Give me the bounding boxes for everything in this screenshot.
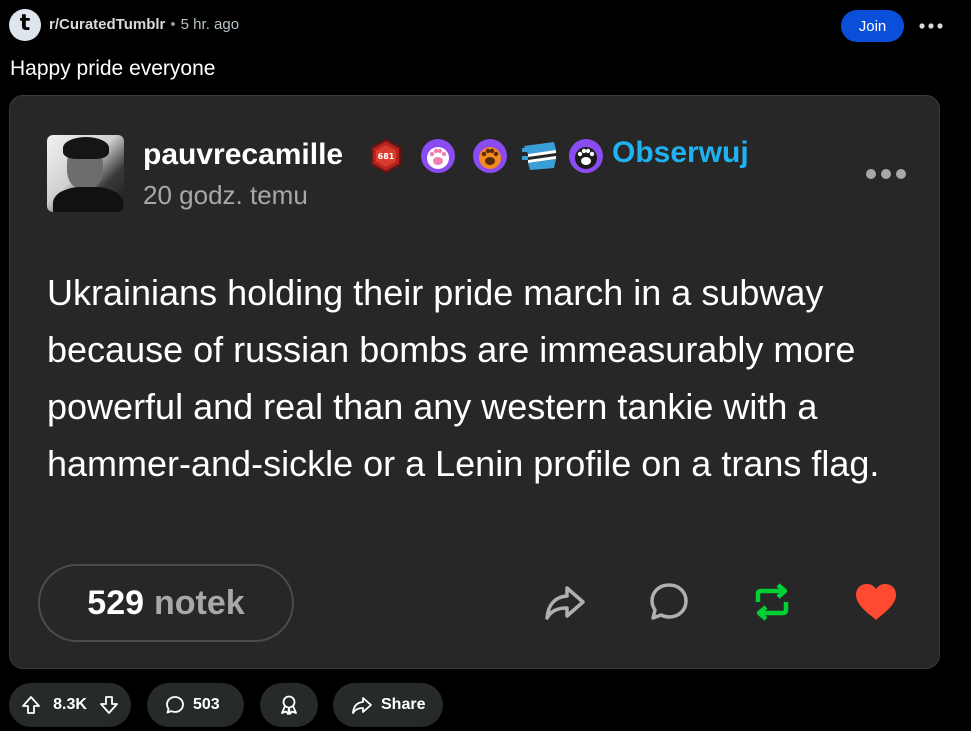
- tumblr-post-card: pauvrecamille 681 Obserwuj 20 godz. temu…: [9, 95, 940, 669]
- notes-button[interactable]: 529 notek: [38, 564, 294, 642]
- heart-like-icon[interactable]: [852, 578, 900, 626]
- orange-paw-badge-icon[interactable]: [472, 138, 508, 174]
- downvote-icon[interactable]: [99, 695, 119, 715]
- meta-separator: •: [170, 16, 176, 33]
- badge-number: 681: [378, 152, 395, 161]
- comment-icon: [166, 696, 184, 714]
- author-name[interactable]: pauvrecamille: [143, 138, 343, 172]
- tumblr-post-body: Ukrainians holding their pride march in …: [47, 272, 880, 484]
- upvote-icon[interactable]: [21, 695, 41, 715]
- comments-button[interactable]: 503: [147, 683, 244, 727]
- reblog-icon[interactable]: [748, 578, 796, 626]
- author-avatar[interactable]: [47, 135, 124, 212]
- post-time: 5 hr. ago: [180, 16, 240, 33]
- reddit-post-view: t r/CuratedTumblr • 5 hr. ago Join Happy p…: [0, 0, 971, 731]
- notes-count: 529: [87, 583, 145, 622]
- more-options-icon[interactable]: [918, 22, 944, 30]
- card-more-options-icon[interactable]: [865, 168, 907, 180]
- award-icon: [281, 695, 297, 715]
- share-arrow-icon[interactable]: [541, 578, 589, 626]
- post-meta: r/CuratedTumblr • 5 hr. ago: [49, 16, 239, 33]
- vote-count: 8.3K: [53, 696, 87, 713]
- teeth-badge-icon[interactable]: [520, 138, 560, 174]
- subreddit-link[interactable]: r/CuratedTumblr: [49, 16, 165, 33]
- share-icon: [352, 697, 372, 714]
- subreddit-avatar[interactable]: t: [9, 9, 41, 41]
- black-paw-badge-icon[interactable]: [568, 138, 604, 174]
- post-title: Happy pride everyone: [10, 57, 216, 80]
- join-button[interactable]: Join: [841, 10, 904, 42]
- follow-button[interactable]: Obserwuj: [612, 136, 749, 170]
- tumblr-post-time: 20 godz. temu: [143, 180, 308, 210]
- hexagon-badge-icon[interactable]: 681: [368, 138, 404, 174]
- pink-paw-badge-icon[interactable]: [420, 138, 456, 174]
- share-button[interactable]: Share: [333, 683, 443, 727]
- comment-count: 503: [193, 696, 220, 713]
- comment-bubble-icon[interactable]: [645, 578, 693, 626]
- notes-label: notek: [154, 583, 245, 622]
- award-button[interactable]: [260, 683, 318, 727]
- share-label: Share: [381, 696, 426, 713]
- tumblr-logo-icon: t: [19, 11, 31, 36]
- vote-pill: 8.3K: [9, 683, 131, 727]
